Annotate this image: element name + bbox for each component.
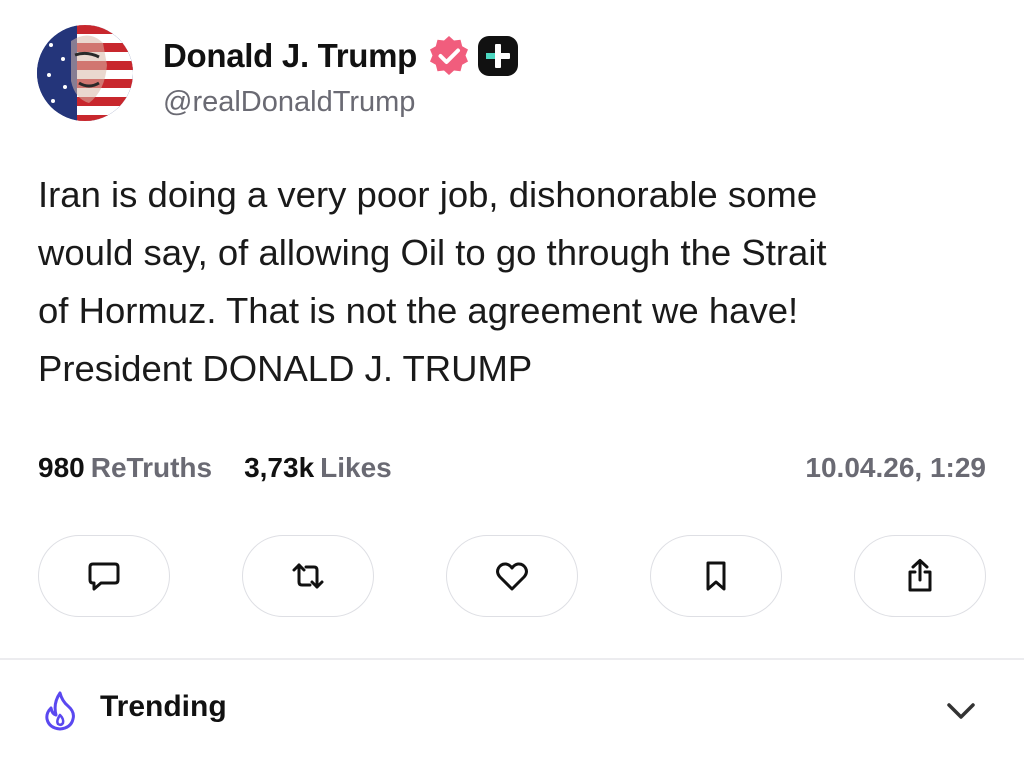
verified-icon [430,36,469,75]
post-timestamp: 10.04.26, 1:29 [805,452,986,483]
likes-label: Likes [320,452,392,483]
reply-button[interactable] [38,535,170,617]
post-text-line: Iran is doing a very poor job, dishonora… [38,174,818,215]
flame-icon [45,691,75,731]
share-button[interactable] [854,535,986,617]
chevron-down-icon[interactable] [944,698,978,724]
action-bar [38,535,986,619]
author-handle[interactable]: @realDonaldTrump [163,86,415,119]
retruths-label: ReTruths [90,452,213,483]
truth-post: Donald J. Trump @realDonaldTrump Iran is… [0,0,1024,763]
retruths-count: 980 [38,452,85,483]
retruths-stat[interactable]: 980 ReTruths [38,452,212,484]
post-text: Iran is doing a very poor job, dishonora… [38,166,998,398]
post-stats: 980 ReTruths 3,73k Likes 10.04.26, 1:29 [38,448,986,488]
post-text-line: of Hormuz. That is not the agreement we … [38,290,799,331]
trending-label: Trending [100,690,227,723]
retruth-icon [292,563,324,589]
post-text-line: would say, of allowing Oil to go through… [38,232,827,273]
bookmark-button[interactable] [650,535,782,617]
comment-icon [88,562,120,591]
like-button[interactable] [446,535,578,617]
share-icon [908,559,932,592]
post-text-line: President DONALD J. TRUMP [38,348,533,389]
avatar-image [37,25,133,121]
likes-stat[interactable]: 3,73k Likes [244,452,392,484]
bookmark-icon [706,561,726,591]
retruth-button[interactable] [242,535,374,617]
avatar[interactable] [37,25,133,121]
author-row: Donald J. Trump [163,32,519,80]
heart-icon [496,562,528,591]
plus-badge-icon [478,36,519,76]
likes-count: 3,73k [244,452,315,483]
display-name[interactable]: Donald J. Trump [163,37,417,75]
trending-section-toggle[interactable]: Trending [0,660,1024,763]
